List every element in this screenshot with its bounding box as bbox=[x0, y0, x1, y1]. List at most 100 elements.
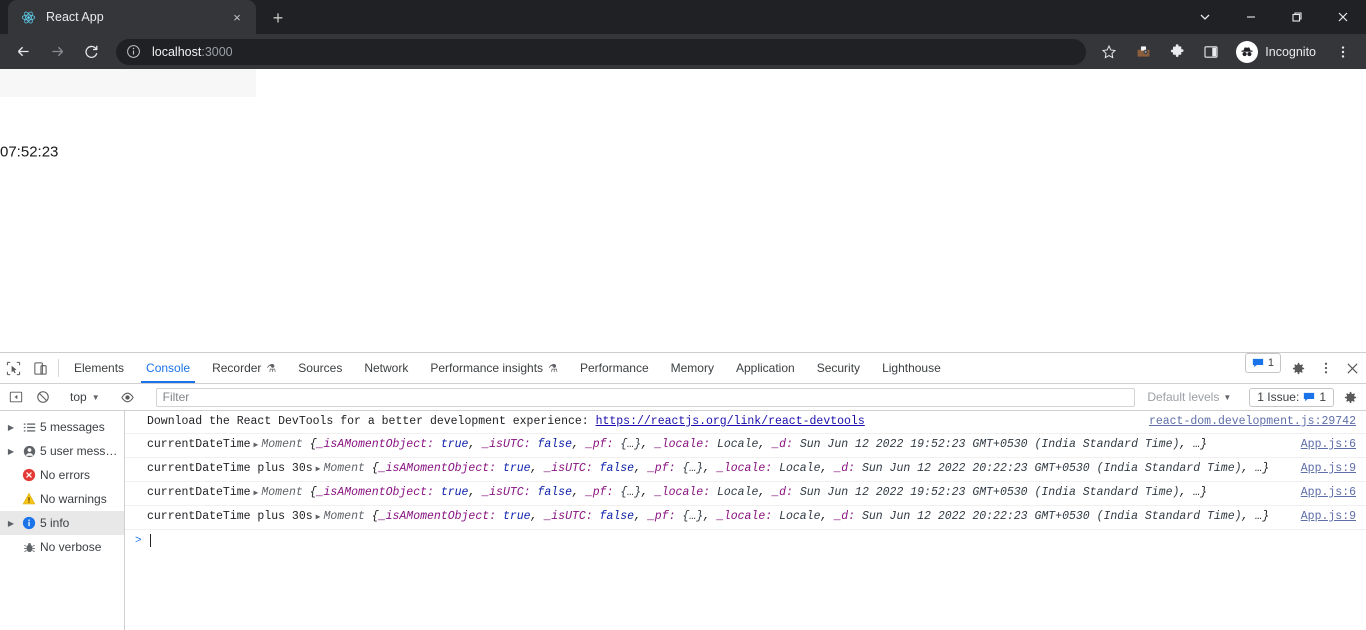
browser-tab-react-app[interactable]: React App × bbox=[8, 0, 256, 34]
address-bar[interactable]: localhost:3000 bbox=[116, 38, 1087, 65]
comma: , bbox=[703, 462, 717, 475]
expand-triangle-icon[interactable]: ▶ bbox=[4, 519, 18, 528]
react-devtools-link[interactable]: https://reactjs.org/link/react-devtools bbox=[596, 415, 865, 428]
sidebar-item-warnings[interactable]: No warnings bbox=[0, 487, 124, 511]
object-prop-1: _isAMomentObject: bbox=[378, 462, 497, 475]
console-issue-pill[interactable]: 1 Issue: 1 bbox=[1249, 387, 1334, 407]
devtools-tab-label: Sources bbox=[298, 361, 343, 375]
object-prop-3: _pf: bbox=[647, 510, 676, 523]
console-settings-gear-icon[interactable] bbox=[1337, 390, 1364, 405]
comma: , bbox=[530, 510, 545, 523]
incognito-indicator[interactable]: Incognito bbox=[1232, 39, 1326, 65]
window-close-icon[interactable] bbox=[1320, 0, 1366, 34]
console-output: Download the React DevTools for a better… bbox=[125, 411, 1366, 630]
experiment-beaker-icon: ⚗ bbox=[548, 362, 558, 375]
tab-close-icon[interactable]: × bbox=[228, 8, 246, 26]
live-expression-eye-icon[interactable] bbox=[114, 390, 141, 405]
browser-menu-three-dot-icon[interactable] bbox=[1329, 38, 1357, 66]
console-sidebar-toggle-icon[interactable] bbox=[2, 390, 29, 404]
console-prompt[interactable]: > bbox=[125, 530, 1366, 551]
devtools-tab-network[interactable]: Network bbox=[353, 353, 419, 383]
devtools-panel: Elements Console Recorder ⚗ Sources Netw… bbox=[0, 352, 1366, 630]
browser-toolbar: localhost:3000 Incognito bbox=[0, 34, 1366, 69]
devtools-tab-elements[interactable]: Elements bbox=[63, 353, 135, 383]
devtools-tab-security[interactable]: Security bbox=[806, 353, 871, 383]
toolbar-divider bbox=[58, 359, 59, 377]
tab-search-chevron-down-icon[interactable] bbox=[1182, 0, 1228, 34]
reload-icon[interactable] bbox=[76, 37, 106, 67]
object-class-name: Moment bbox=[323, 510, 365, 523]
devtools-close-icon[interactable] bbox=[1339, 353, 1366, 383]
new-tab-button[interactable]: + bbox=[264, 4, 292, 32]
comma: , bbox=[571, 438, 586, 451]
sidebar-item-info[interactable]: ▶ 5 info bbox=[0, 511, 124, 535]
console-row-current-date-time-2[interactable]: currentDateTime ▶ Moment {_isAMomentObject… bbox=[125, 482, 1366, 506]
expand-triangle-icon[interactable]: ▶ bbox=[4, 423, 18, 432]
console-message-text: Download the React DevTools for a better… bbox=[147, 415, 596, 428]
object-prop-4: _locale: bbox=[716, 462, 773, 475]
devtools-settings-gear-icon[interactable] bbox=[1285, 353, 1312, 383]
issues-badge-button[interactable]: 1 bbox=[1244, 353, 1281, 373]
object-prop-4: _locale: bbox=[654, 486, 711, 499]
devtools-tab-lighthouse[interactable]: Lighthouse bbox=[871, 353, 952, 383]
expand-triangle-icon[interactable]: ▶ bbox=[4, 447, 18, 456]
object-prop-5: _d: bbox=[834, 510, 856, 523]
sidebar-item-messages[interactable]: ▶ 5 messages bbox=[0, 415, 124, 439]
expand-triangle-icon[interactable]: ▶ bbox=[251, 441, 262, 450]
device-toolbar-icon[interactable] bbox=[27, 353, 54, 383]
clear-console-icon[interactable] bbox=[29, 390, 56, 404]
devtools-tab-console[interactable]: Console bbox=[135, 353, 201, 383]
console-source-link[interactable]: App.js:9 bbox=[1287, 509, 1366, 525]
devtools-tab-sources[interactable]: Sources bbox=[287, 353, 353, 383]
expand-triangle-icon[interactable]: ▶ bbox=[313, 513, 324, 522]
devtools-tab-recorder[interactable]: Recorder ⚗ bbox=[201, 353, 287, 383]
sidebar-item-errors[interactable]: No errors bbox=[0, 463, 124, 487]
object-val-3: {…} bbox=[682, 462, 704, 475]
maximize-icon[interactable] bbox=[1274, 0, 1320, 34]
devtools-tab-performance-insights[interactable]: Performance insights ⚗ bbox=[419, 353, 569, 383]
forward-arrow-icon[interactable] bbox=[42, 37, 72, 67]
console-row-devtools-notice[interactable]: Download the React DevTools for a better… bbox=[125, 411, 1366, 434]
extension-icon[interactable] bbox=[1129, 38, 1157, 66]
devtools-more-three-dot-icon[interactable] bbox=[1312, 353, 1339, 383]
console-source-link[interactable]: App.js:6 bbox=[1287, 485, 1366, 501]
console-object-label: currentDateTime bbox=[147, 486, 251, 499]
star-icon[interactable] bbox=[1095, 38, 1123, 66]
issue-pill-count: 1 bbox=[1319, 390, 1326, 404]
console-row-current-date-time-plus-30s-2[interactable]: currentDateTime plus 30s ▶ Moment {_isAMom… bbox=[125, 506, 1366, 530]
object-prop-2: _isUTC: bbox=[482, 486, 531, 499]
expand-triangle-icon[interactable]: ▶ bbox=[313, 465, 324, 474]
console-filter-input[interactable] bbox=[155, 387, 1136, 407]
devtools-tab-label: Performance insights bbox=[430, 361, 544, 375]
puzzle-piece-icon[interactable] bbox=[1163, 38, 1191, 66]
sidebar-item-user-messages[interactable]: ▶ 5 user mess… bbox=[0, 439, 124, 463]
side-panel-icon[interactable] bbox=[1197, 38, 1225, 66]
console-source-link[interactable]: react-dom.development.js:29742 bbox=[1135, 414, 1366, 430]
console-row-current-date-time-1[interactable]: currentDateTime ▶ Moment {_isAMomentObject… bbox=[125, 434, 1366, 458]
inspect-element-icon[interactable] bbox=[0, 353, 27, 383]
object-prop-1: _isAMomentObject: bbox=[316, 486, 434, 499]
console-context-selector[interactable]: top ▼ bbox=[65, 390, 105, 404]
back-arrow-icon[interactable] bbox=[8, 37, 38, 67]
minimize-icon[interactable] bbox=[1228, 0, 1274, 34]
object-prop-5: _d: bbox=[834, 462, 856, 475]
console-source-link[interactable]: App.js:6 bbox=[1287, 437, 1366, 453]
bug-icon bbox=[18, 541, 40, 554]
object-class-name: Moment bbox=[261, 486, 303, 499]
info-circle-icon[interactable] bbox=[126, 44, 142, 60]
sidebar-item-label: 5 messages bbox=[40, 420, 105, 434]
chevron-down-icon: ▼ bbox=[1223, 392, 1232, 402]
expand-triangle-icon[interactable]: ▶ bbox=[251, 489, 262, 498]
console-message: currentDateTime plus 30s ▶ Moment {_isAMom… bbox=[147, 461, 1287, 478]
console-source-link[interactable]: App.js:9 bbox=[1287, 461, 1366, 477]
comma: , bbox=[641, 486, 655, 499]
sidebar-item-verbose[interactable]: No verbose bbox=[0, 535, 124, 559]
devtools-tab-performance[interactable]: Performance bbox=[569, 353, 660, 383]
devtools-tab-memory[interactable]: Memory bbox=[660, 353, 725, 383]
object-tail: , …} bbox=[1241, 510, 1270, 523]
console-context-label: top bbox=[70, 390, 87, 404]
incognito-label: Incognito bbox=[1265, 44, 1316, 59]
console-levels-selector[interactable]: Default levels ▼ bbox=[1141, 390, 1237, 404]
console-row-current-date-time-plus-30s-1[interactable]: currentDateTime plus 30s ▶ Moment {_isAMom… bbox=[125, 458, 1366, 482]
devtools-tab-application[interactable]: Application bbox=[725, 353, 806, 383]
